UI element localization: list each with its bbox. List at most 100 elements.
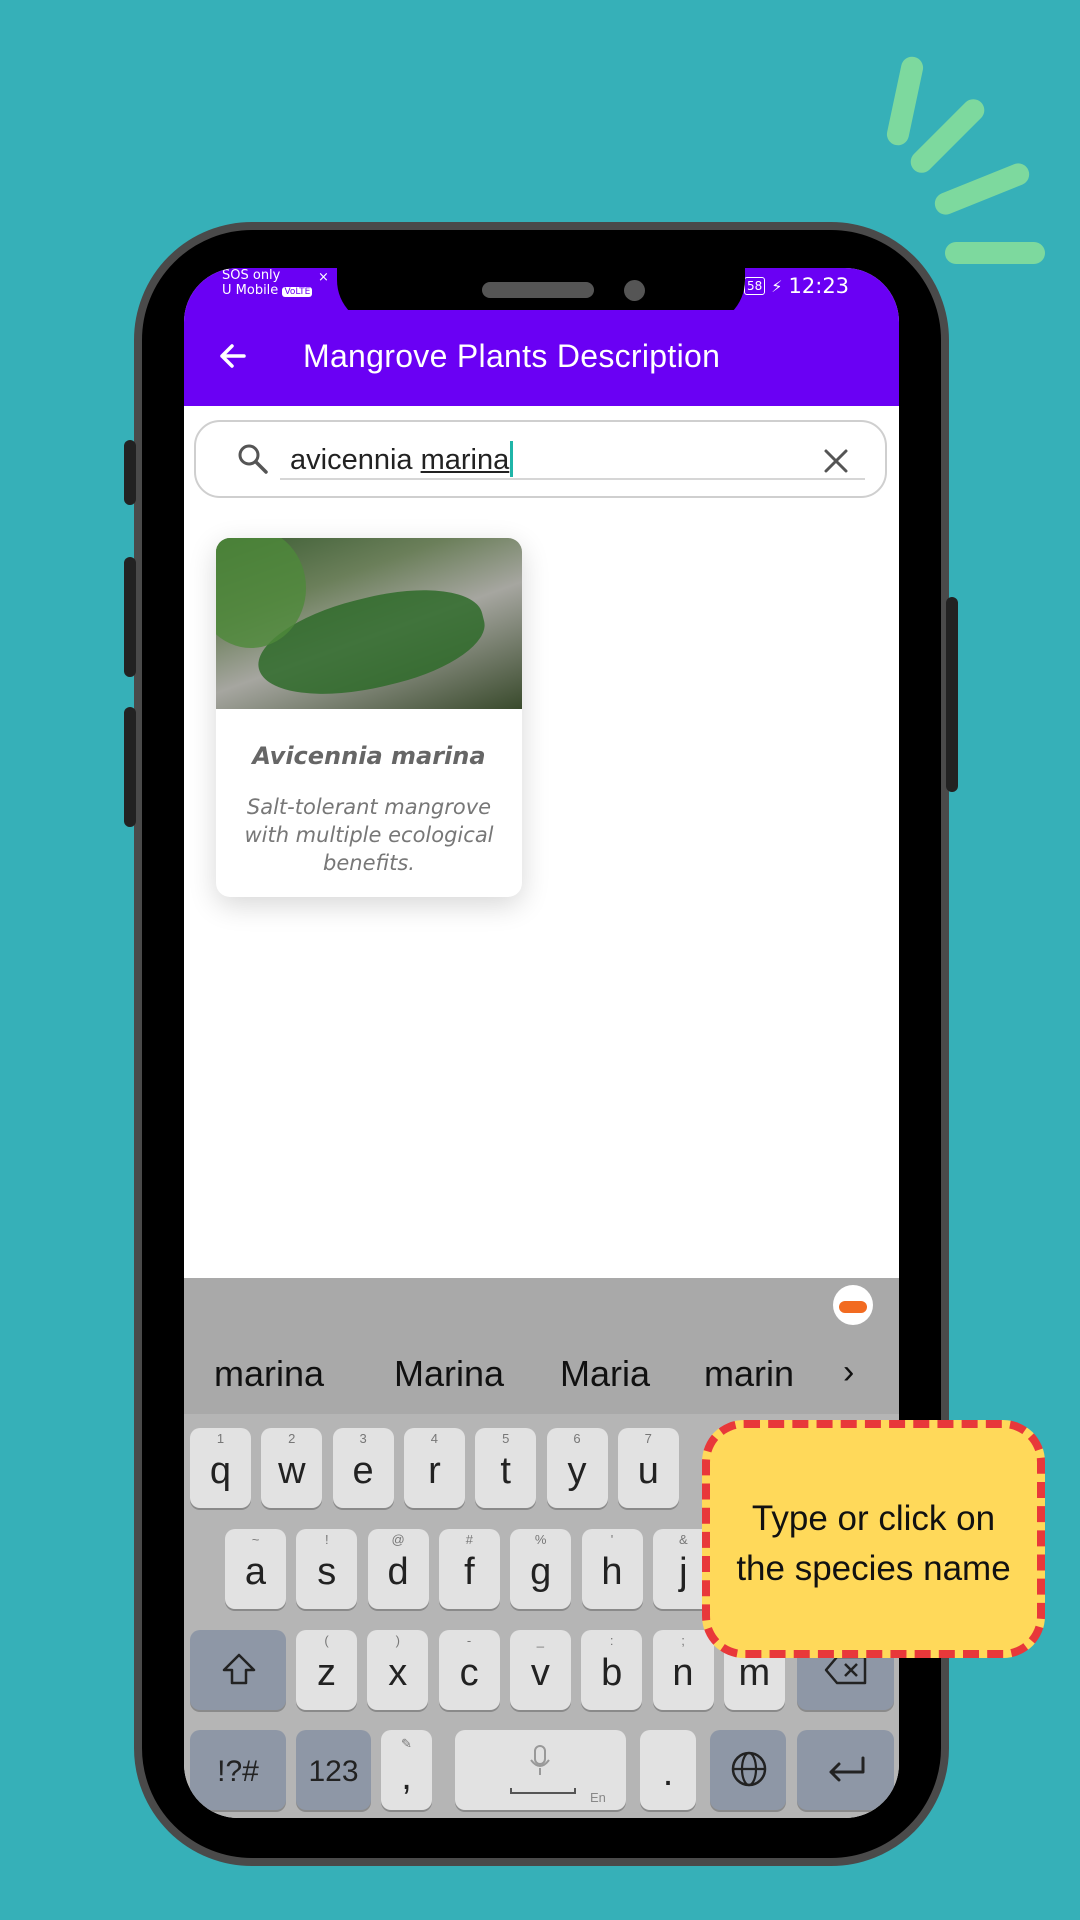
app-bar: Mangrove Plants Description xyxy=(184,310,899,406)
key-hint: 4 xyxy=(430,1431,438,1446)
callout-line-1: Type or click on xyxy=(751,1499,996,1538)
suggestion-1[interactable]: marina xyxy=(214,1353,324,1395)
microphone-icon[interactable] xyxy=(527,1744,553,1778)
speaker xyxy=(482,282,594,298)
key-q[interactable]: 1q xyxy=(190,1428,251,1508)
key-g[interactable]: % g xyxy=(510,1529,572,1609)
phone-side-button-3 xyxy=(124,707,136,827)
key-h[interactable]: ' h xyxy=(581,1529,643,1609)
key-s[interactable]: ! s xyxy=(296,1529,358,1609)
search-bar[interactable]: avicennia marina xyxy=(194,420,887,498)
back-arrow-icon[interactable] xyxy=(210,334,254,378)
comma-key[interactable]: ✎ , xyxy=(381,1730,432,1810)
page-title: Mangrove Plants Description xyxy=(303,338,721,374)
key-label: v xyxy=(530,1652,550,1694)
handwriting-icon: ✎ xyxy=(401,1736,412,1751)
key-label: h xyxy=(601,1551,623,1593)
key-label: s xyxy=(317,1551,337,1593)
key-a[interactable]: ~ a xyxy=(225,1529,286,1609)
chevron-right-icon[interactable]: › xyxy=(843,1353,854,1392)
front-camera xyxy=(624,280,645,301)
key-label: n xyxy=(672,1652,694,1694)
key-hint: ! xyxy=(324,1532,329,1547)
key-hint: ) xyxy=(395,1633,400,1648)
key-hint: % xyxy=(534,1532,547,1547)
key-label: q xyxy=(209,1450,232,1492)
search-input[interactable]: avicennia marina xyxy=(290,441,514,477)
shift-key[interactable] xyxy=(190,1630,286,1710)
key-e[interactable]: 3e xyxy=(332,1428,394,1508)
phone-side-button-2 xyxy=(124,557,136,677)
key-hint: # xyxy=(465,1532,473,1547)
spark-stroke-1 xyxy=(884,54,926,148)
key-u[interactable]: 7u xyxy=(617,1428,679,1508)
status-right: 58 ⚡ 12:23 xyxy=(744,274,849,298)
numbers-key[interactable]: 123 xyxy=(296,1730,371,1810)
backspace-icon xyxy=(824,1655,867,1685)
carrier-line-1: SOS only xyxy=(222,268,281,283)
key-hint: - xyxy=(466,1633,472,1648)
shift-arrow-icon xyxy=(222,1653,256,1685)
key-v[interactable]: _ v xyxy=(509,1630,571,1710)
key-hint: 1 xyxy=(216,1431,225,1446)
composing-word: marina xyxy=(420,444,510,476)
language-label: En xyxy=(590,1790,606,1805)
suggestion-2[interactable]: Marina xyxy=(394,1353,504,1395)
key-label: y xyxy=(567,1450,587,1492)
enter-key[interactable] xyxy=(797,1730,894,1810)
key-f[interactable]: # f xyxy=(438,1529,500,1609)
key-t[interactable]: 5t xyxy=(475,1428,537,1508)
key-hint: @ xyxy=(391,1532,405,1547)
key-hint: ' xyxy=(610,1532,614,1547)
battery-icon: 58 xyxy=(744,277,766,295)
carrier-line-2: U Mobile VoLTE xyxy=(222,283,313,298)
charging-icon: ⚡ xyxy=(771,276,783,296)
period-key[interactable]: . xyxy=(640,1730,696,1810)
species-photo xyxy=(216,538,522,715)
volte-badge: VoLTE xyxy=(282,287,313,297)
globe-key[interactable] xyxy=(710,1730,786,1810)
suggestion-3[interactable]: Maria xyxy=(560,1353,650,1395)
key-d[interactable]: @ d xyxy=(367,1529,429,1609)
clear-search-icon[interactable] xyxy=(821,446,851,476)
key-r[interactable]: 4r xyxy=(403,1428,465,1508)
key-label: e xyxy=(352,1450,374,1492)
text-cursor xyxy=(510,441,514,477)
carrier-info: SOS only U Mobile VoLTE xyxy=(222,268,313,300)
key-hint: ( xyxy=(324,1633,329,1648)
suggestion-4[interactable]: marin xyxy=(704,1353,794,1395)
key-x[interactable]: ) x xyxy=(367,1630,429,1710)
key-label: x xyxy=(388,1652,408,1694)
key-w[interactable]: 2w xyxy=(261,1428,323,1508)
key-label: c xyxy=(459,1652,479,1694)
key-z[interactable]: (z xyxy=(296,1630,357,1710)
key-b[interactable]: :b xyxy=(581,1630,643,1710)
key-c[interactable]: -c xyxy=(438,1630,500,1710)
spark-stroke-2 xyxy=(906,94,989,178)
globe-icon xyxy=(731,1751,767,1787)
key-label: r xyxy=(428,1450,441,1492)
key-hint: 6 xyxy=(573,1431,581,1446)
keyboard-mascot-icon[interactable] xyxy=(833,1285,873,1325)
key-n[interactable]: ; n xyxy=(652,1630,714,1710)
phone-power-button xyxy=(946,597,958,792)
key-label: g xyxy=(530,1551,552,1593)
key-hint: 2 xyxy=(288,1431,296,1446)
symbols-key[interactable]: !?# xyxy=(190,1730,286,1810)
species-card[interactable]: Avicennia marina Salt-tolerant mangrove … xyxy=(216,538,522,897)
key-label: z xyxy=(317,1652,336,1694)
space-bar-line xyxy=(510,1788,576,1794)
key-label: u xyxy=(637,1450,659,1492)
key-hint: _ xyxy=(536,1633,544,1648)
key-label: d xyxy=(387,1551,409,1593)
key-label: b xyxy=(601,1652,623,1694)
key-hint: ; xyxy=(681,1633,685,1648)
key-y[interactable]: 6y xyxy=(546,1428,608,1508)
key-hint: 3 xyxy=(359,1431,367,1446)
key-label: a xyxy=(244,1551,267,1593)
space-key[interactable]: En xyxy=(455,1730,626,1810)
callout-line-2: the species name xyxy=(736,1549,1011,1588)
callout-text: Type or click on the species name xyxy=(710,1494,1037,1594)
key-label: f xyxy=(464,1551,475,1593)
key-hint: 5 xyxy=(502,1431,510,1446)
